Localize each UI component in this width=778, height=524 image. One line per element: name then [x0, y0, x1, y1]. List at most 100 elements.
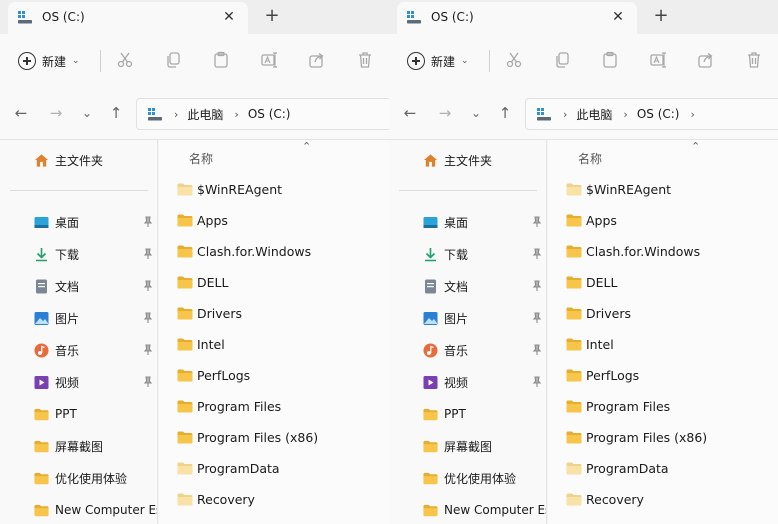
list-item[interactable]: Recovery [177, 488, 387, 510]
breadcrumb-this-pc[interactable]: 此电脑 [187, 106, 223, 123]
breadcrumb-separator-icon[interactable]: › [623, 108, 627, 121]
address-bar[interactable]: › 此电脑 › OS (C:) › [525, 98, 778, 130]
pin-icon[interactable] [531, 216, 543, 228]
list-item[interactable]: Program Files [566, 395, 776, 417]
address-bar[interactable]: › 此电脑 › OS (C:) [136, 98, 389, 130]
list-item[interactable]: DELL [566, 271, 776, 293]
list-item[interactable]: Clash.for.Windows [177, 240, 387, 262]
share-icon[interactable] [307, 50, 327, 70]
sidebar-item-desktop[interactable]: 桌面 [423, 212, 546, 232]
sidebar-item-home[interactable]: 主文件夹 [34, 150, 103, 170]
breadcrumb-drive[interactable]: OS (C:) [248, 107, 291, 121]
paste-icon[interactable] [211, 50, 231, 70]
back-arrow-icon[interactable]: ← [399, 102, 421, 124]
sort-ascending-icon[interactable]: ⌃ [302, 140, 311, 153]
column-header-name[interactable]: 名称 [189, 150, 213, 167]
list-item[interactable]: PerfLogs [177, 364, 387, 386]
list-item[interactable]: Program Files (x86) [566, 426, 776, 448]
sidebar-item-folder[interactable]: 优化使用体验 [423, 468, 546, 488]
new-button[interactable]: 新建 ⌄ [401, 48, 469, 74]
paste-icon[interactable] [600, 50, 620, 70]
list-item[interactable]: Recovery [566, 488, 776, 510]
cut-icon[interactable] [504, 50, 524, 70]
sort-ascending-icon[interactable]: ⌃ [691, 140, 700, 153]
pin-icon[interactable] [531, 344, 543, 356]
sidebar-item-music[interactable]: 音乐 [34, 340, 157, 360]
sidebar-item-videos[interactable]: 视频 [423, 372, 546, 392]
pin-icon[interactable] [142, 248, 154, 260]
breadcrumb-separator-icon[interactable]: › [174, 108, 178, 121]
list-item-label: Drivers [586, 305, 631, 321]
list-item[interactable]: ProgramData [566, 457, 776, 479]
list-item[interactable]: ProgramData [177, 457, 387, 479]
list-item[interactable]: $WinREAgent [566, 178, 776, 200]
sidebar-item-music[interactable]: 音乐 [423, 340, 546, 360]
forward-arrow-icon[interactable]: → [45, 102, 67, 124]
pin-icon[interactable] [142, 280, 154, 292]
list-item[interactable]: $WinREAgent [177, 178, 387, 200]
breadcrumb-separator-icon[interactable]: › [691, 108, 695, 121]
sidebar-item-folder[interactable]: 优化使用体验 [34, 468, 157, 488]
breadcrumb-separator-icon[interactable]: › [563, 108, 567, 121]
sidebar-item-pictures[interactable]: 图片 [423, 308, 546, 328]
sidebar-item-folder[interactable]: 屏幕截图 [423, 436, 546, 456]
sidebar-item-downloads[interactable]: 下载 [34, 244, 157, 264]
sidebar-item-home[interactable]: 主文件夹 [423, 150, 492, 170]
pin-icon[interactable] [142, 376, 154, 388]
list-item[interactable]: DELL [177, 271, 387, 293]
sidebar-item-folder[interactable]: PPT [423, 404, 546, 424]
breadcrumb-this-pc[interactable]: 此电脑 [576, 106, 612, 123]
sidebar-item-folder[interactable]: New Computer Es [34, 500, 157, 520]
pin-icon[interactable] [142, 216, 154, 228]
forward-arrow-icon[interactable]: → [434, 102, 456, 124]
share-icon[interactable] [696, 50, 716, 70]
sidebar-item-pictures[interactable]: 图片 [34, 308, 157, 328]
copy-icon[interactable] [163, 50, 183, 70]
pin-icon[interactable] [531, 280, 543, 292]
sidebar-item-folder[interactable]: 屏幕截图 [34, 436, 157, 456]
sidebar-item-desktop[interactable]: 桌面 [34, 212, 157, 232]
pin-icon[interactable] [531, 376, 543, 388]
new-button[interactable]: 新建 ⌄ [12, 48, 80, 74]
tab-os-c[interactable]: OS (C:) ✕ [8, 2, 248, 34]
pin-icon[interactable] [142, 344, 154, 356]
list-item[interactable]: Apps [177, 209, 387, 231]
sidebar-item-videos[interactable]: 视频 [34, 372, 157, 392]
up-arrow-icon[interactable]: ↑ [105, 102, 127, 124]
back-arrow-icon[interactable]: ← [10, 102, 32, 124]
list-item[interactable]: Clash.for.Windows [566, 240, 776, 262]
rename-icon[interactable] [259, 50, 279, 70]
list-item[interactable]: PerfLogs [566, 364, 776, 386]
pin-icon[interactable] [142, 312, 154, 324]
column-header-name[interactable]: 名称 [578, 150, 602, 167]
pin-icon[interactable] [531, 312, 543, 324]
cut-icon[interactable] [115, 50, 135, 70]
recent-chevron-icon[interactable]: ⌄ [465, 102, 487, 124]
sidebar-item-documents[interactable]: 文档 [423, 276, 546, 296]
delete-icon[interactable] [744, 50, 764, 70]
list-item[interactable]: Apps [566, 209, 776, 231]
list-item[interactable]: Drivers [566, 302, 776, 324]
pin-icon[interactable] [531, 248, 543, 260]
rename-icon[interactable] [648, 50, 668, 70]
list-item[interactable]: Drivers [177, 302, 387, 324]
tab-os-c[interactable]: OS (C:) ✕ [397, 2, 637, 34]
list-item[interactable]: Program Files [177, 395, 387, 417]
sidebar-item-folder[interactable]: New Computer Es [423, 500, 546, 520]
up-arrow-icon[interactable]: ↑ [494, 102, 516, 124]
list-item[interactable]: Intel [566, 333, 776, 355]
sidebar-item-folder[interactable]: PPT [34, 404, 157, 424]
close-icon[interactable]: ✕ [220, 8, 238, 26]
recent-chevron-icon[interactable]: ⌄ [76, 102, 98, 124]
new-tab-button[interactable]: + [651, 6, 671, 26]
new-tab-button[interactable]: + [262, 6, 282, 26]
sidebar-item-downloads[interactable]: 下载 [423, 244, 546, 264]
list-item[interactable]: Intel [177, 333, 387, 355]
close-icon[interactable]: ✕ [609, 8, 627, 26]
breadcrumb-separator-icon[interactable]: › [234, 108, 238, 121]
breadcrumb-drive[interactable]: OS (C:) [637, 107, 680, 121]
sidebar-item-documents[interactable]: 文档 [34, 276, 157, 296]
delete-icon[interactable] [355, 50, 375, 70]
list-item[interactable]: Program Files (x86) [177, 426, 387, 448]
copy-icon[interactable] [552, 50, 572, 70]
